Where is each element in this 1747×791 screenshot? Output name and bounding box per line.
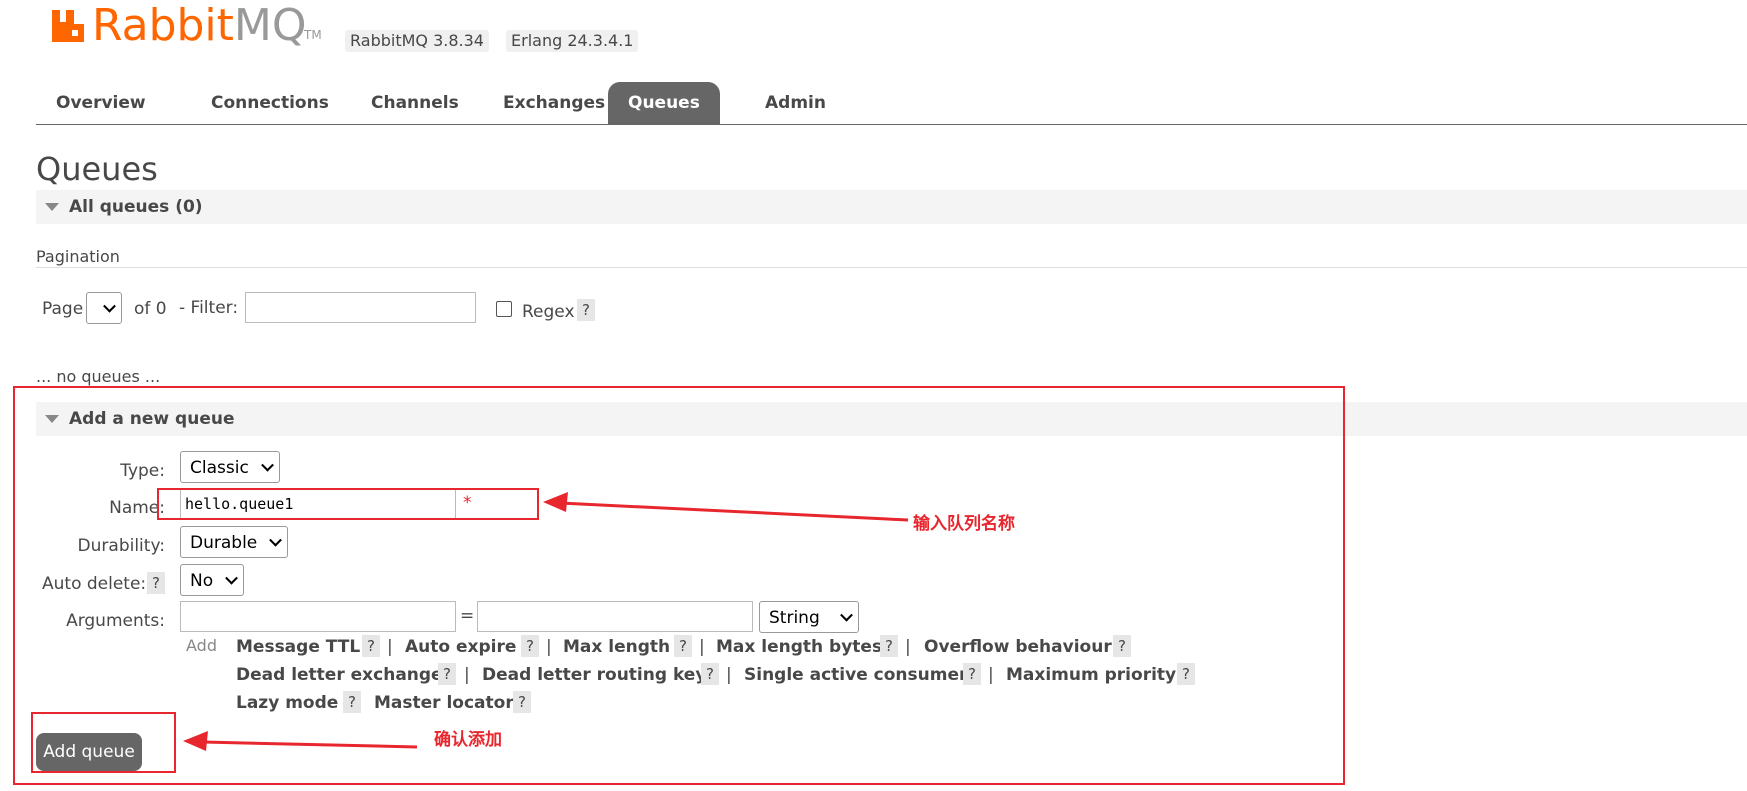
submit-hint-annotation: 确认添加 xyxy=(434,730,502,750)
annotation-arrows xyxy=(183,492,909,751)
arrowhead-icon xyxy=(183,731,208,751)
submit-hint-arrow xyxy=(202,740,418,749)
name-hint-arrow xyxy=(559,501,909,522)
arrowhead-icon xyxy=(543,492,568,512)
name-hint-annotation: 输入队列名称 xyxy=(913,514,1015,534)
